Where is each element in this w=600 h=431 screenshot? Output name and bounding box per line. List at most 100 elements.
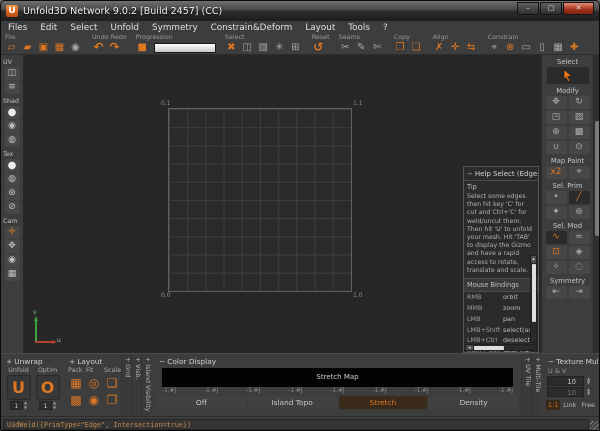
one-to-one-button[interactable]: 1:1 [546,400,560,410]
unfold-button[interactable]: U [7,375,31,400]
fit-alt-button[interactable]: ◉ [86,392,102,408]
cam-pan-icon[interactable]: ✥ [5,240,20,253]
tex-off-icon[interactable]: ⊘ [5,201,20,214]
stop-icon[interactable]: ■ [135,41,150,54]
tex-checker-icon[interactable]: ◍ [5,173,20,186]
color-display-collapse-icon[interactable]: − [159,357,165,366]
menu-layout[interactable]: Layout [305,23,335,33]
sphere-map-icon[interactable]: ⊕ [546,126,567,139]
mirror-right-icon[interactable]: ⇥ [569,286,590,299]
prim-poly-icon[interactable]: ✦ [546,206,567,219]
unfold-iterations-value[interactable]: 1 [10,401,23,410]
snapshot-icon[interactable]: ◉ [68,41,83,54]
island-visibility-panel-collapsed[interactable]: + Island Visibility [141,354,151,417]
dense-grid-icon[interactable]: ▩ [569,126,590,139]
scroll-up-icon[interactable]: ▴ [531,256,536,263]
density-button[interactable]: Density [429,396,518,409]
move-icon[interactable]: ✥ [546,96,567,109]
visibility-panel-collapsed[interactable]: + Visb. [131,354,141,417]
menu-constrain-deform[interactable]: Constrain&Deform [211,23,293,33]
scale-alt-button[interactable]: ❐ [104,392,120,408]
pack-button[interactable]: ▦ [68,375,84,391]
maximize-button[interactable]: ▢ [540,2,562,15]
menu-unfold[interactable]: Unfold [111,23,140,33]
grid-panel-collapsed[interactable]: + Grid [121,354,131,417]
clear-selection-icon[interactable]: ✖ [224,41,239,54]
pin-icon[interactable]: ⌖ [487,41,502,54]
select-rect-icon[interactable]: ◫ [240,41,255,54]
select-pattern-icon[interactable]: ▧ [256,41,271,54]
spin-down-icon[interactable]: ▼ [24,406,27,411]
minimize-button[interactable]: – [517,2,539,15]
help-vertical-scrollbar[interactable]: ▴ [530,255,537,343]
u-multiplier-field[interactable]: 10 [547,376,584,386]
optimize-iterations-value[interactable]: 1 [39,401,52,410]
mod-star-icon[interactable]: ✧ [546,261,567,274]
mod-circle-icon[interactable]: ◌ [569,261,590,274]
title-bar[interactable]: U Unfold3D Network 9.0.2 [Build 2457] (C… [1,1,599,21]
prim-edge-icon[interactable]: ╱ [569,191,590,204]
mod-diamond-icon[interactable]: ◈ [569,246,590,259]
tex-grid-icon[interactable]: ⊛ [5,187,20,200]
prim-point-icon[interactable]: • [546,191,567,204]
shade-ball-icon[interactable]: ● [5,106,20,119]
right-panel-scrollbar[interactable] [593,55,600,353]
pack-alt-button[interactable]: ▩ [68,392,84,408]
spin-down-icon[interactable]: ▼ [53,406,56,411]
menu-select[interactable]: Select [70,23,97,33]
save-icon[interactable]: ▣ [36,41,51,54]
mod-rect-icon[interactable]: ⊡ [546,246,567,259]
constrain-v-icon[interactable]: ▯ [535,41,550,54]
open-file-icon[interactable]: ▱ [4,41,19,54]
import-file-icon[interactable]: ▰ [20,41,35,54]
paste-uv-icon[interactable]: ❏ [409,41,424,54]
scale-button[interactable]: ❏ [104,375,120,391]
align-swap-icon[interactable]: ⇆ [464,41,479,54]
tex-ball-icon[interactable]: ● [5,159,20,172]
cam-view-icon[interactable]: ◉ [5,254,20,267]
shade-checker-icon[interactable]: ◍ [5,134,20,147]
menu-symmetry[interactable]: Symmetry [152,23,198,33]
close-button[interactable]: ✕ [563,2,594,15]
fit-button[interactable]: ◎ [86,375,102,391]
constrain-grid-icon[interactable]: ▦ [551,41,566,54]
unpin-icon[interactable]: ⊗ [503,41,518,54]
copy-uv-icon[interactable]: ❐ [393,41,408,54]
menu-tools[interactable]: Tools [348,23,370,33]
select-star-icon[interactable]: ✳ [272,41,287,54]
scroll-left-icon[interactable]: ◂ [466,345,473,350]
free-button[interactable]: Free [579,400,597,410]
reset-icon[interactable]: ↺ [311,41,326,54]
unfold-spinner-arrows[interactable]: ▲ ▼ [24,401,27,410]
multi-tile-panel-collapsed[interactable]: + Multi-Tile [531,354,541,417]
align-cross-icon[interactable]: ✗ [432,41,447,54]
uv-stack-view-icon[interactable]: ≡ [5,81,20,94]
pin-paint-icon[interactable]: ⌖ [569,166,590,179]
shade-wire-icon[interactable]: ◉ [5,120,20,133]
x2-icon[interactable]: x2 [546,166,567,179]
right-panel-scroll-thumb[interactable] [595,121,600,236]
constrain-h-icon[interactable]: ▭ [519,41,534,54]
uv-split-view-icon[interactable]: ◫ [5,67,20,80]
optimize-iterations-stepper[interactable]: 1 ▲ ▼ [39,401,56,410]
save-as-icon[interactable]: ▦ [52,41,67,54]
cam-move-icon[interactable]: ✛ [5,226,20,239]
select-tool-button[interactable] [547,67,589,84]
v-multiplier-spinner[interactable]: ▲ ▼ [587,388,590,397]
optimize-button[interactable]: O [36,375,60,400]
flatten-icon[interactable]: ◳ [546,111,567,124]
texture-multipliers-collapse-icon[interactable]: − [548,357,554,366]
help-hscroll-thumb[interactable] [474,346,504,351]
unwrap-expand-icon[interactable]: + [6,357,12,366]
rotate-icon[interactable]: ↻ [569,96,590,109]
menu-files[interactable]: Files [8,23,27,33]
mod-line-icon[interactable]: ≈ [569,231,590,244]
help-horizontal-scrollbar[interactable]: ◂ [465,344,537,351]
stretch-button[interactable]: Stretch [339,396,428,409]
seam-pen-icon[interactable]: ✎ [354,41,369,54]
v-multiplier-field[interactable]: 10 [547,387,584,397]
constrain-axis-icon[interactable]: ✚ [567,41,582,54]
unfold-iterations-stepper[interactable]: 1 ▲ ▼ [10,401,27,410]
seam-knife-icon[interactable]: ✄ [370,41,385,54]
cam-grid-icon[interactable]: ▦ [5,268,20,281]
